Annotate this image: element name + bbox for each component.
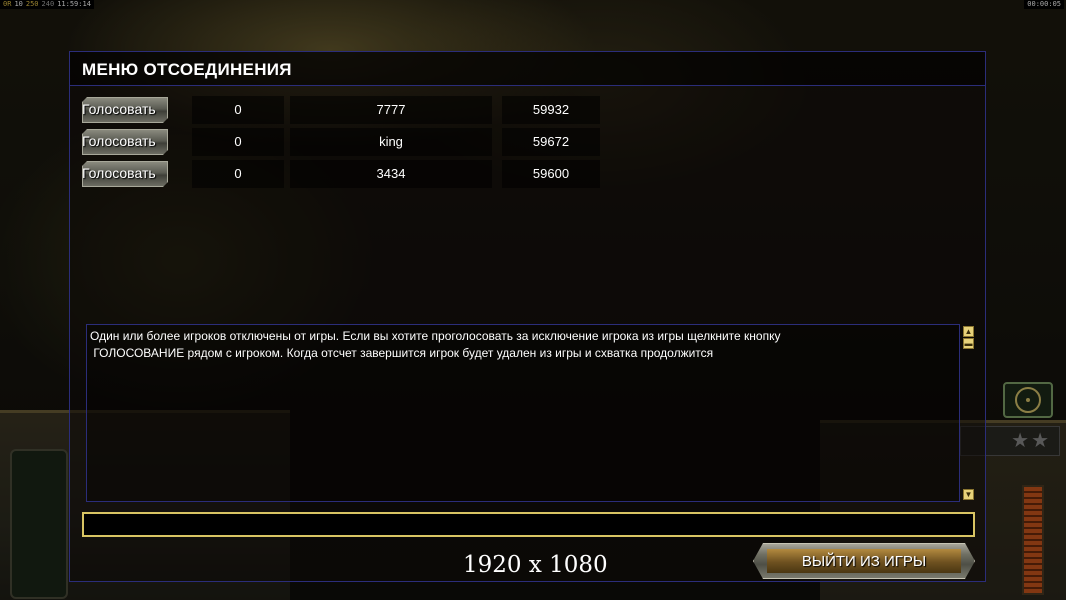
- player-name: king: [290, 128, 492, 156]
- player-timeout: 59932: [502, 96, 600, 124]
- exit-game-button[interactable]: ВЫЙТИ ИЗ ИГРЫ: [753, 543, 975, 579]
- exit-game-label: ВЫЙТИ ИЗ ИГРЫ: [801, 552, 927, 570]
- player-ping: 0: [192, 128, 284, 156]
- arrow-up-icon[interactable]: ▲: [963, 326, 974, 337]
- dialog-title: МЕНЮ ОТСОЕДИНЕНИЯ: [82, 60, 292, 79]
- disconnect-dialog: МЕНЮ ОТСОЕДИНЕНИЯ Голосовать 0 7777 5993…: [69, 51, 986, 582]
- message-box[interactable]: Один или более игроков отключены от игры…: [86, 324, 960, 502]
- player-ping: 0: [192, 96, 284, 124]
- chat-input[interactable]: [82, 512, 975, 537]
- vote-button-label: Голосовать: [82, 165, 156, 181]
- scroll-thumb[interactable]: ▬: [963, 338, 974, 349]
- vote-button-label: Голосовать: [82, 101, 156, 117]
- player-timeout: 59600: [502, 160, 600, 188]
- vote-button-label: Голосовать: [82, 133, 156, 149]
- message-line-2: ГОЛОСОВАНИЕ рядом с игроком. Когда отсче…: [90, 346, 714, 360]
- message-scrollbar[interactable]: ▲ ▬ ▼: [962, 324, 976, 502]
- resolution-label: 1920 x 1080: [463, 552, 608, 578]
- player-row: Голосовать 0 3434 59600: [82, 160, 600, 188]
- player-timeout: 59672: [502, 128, 600, 156]
- exit-game-button-face: ВЫЙТИ ИЗ ИГРЫ: [767, 549, 961, 573]
- player-name: 3434: [290, 160, 492, 188]
- player-row: Голосовать 0 7777 59932: [82, 96, 600, 124]
- dialog-title-bar: МЕНЮ ОТСОЕДИНЕНИЯ: [70, 52, 985, 86]
- arrow-down-icon[interactable]: ▼: [963, 489, 974, 500]
- player-name: 7777: [290, 96, 492, 124]
- player-ping: 0: [192, 160, 284, 188]
- player-row: Голосовать 0 king 59672: [82, 128, 600, 156]
- message-line-1: Один или более игроков отключены от игры…: [90, 329, 781, 343]
